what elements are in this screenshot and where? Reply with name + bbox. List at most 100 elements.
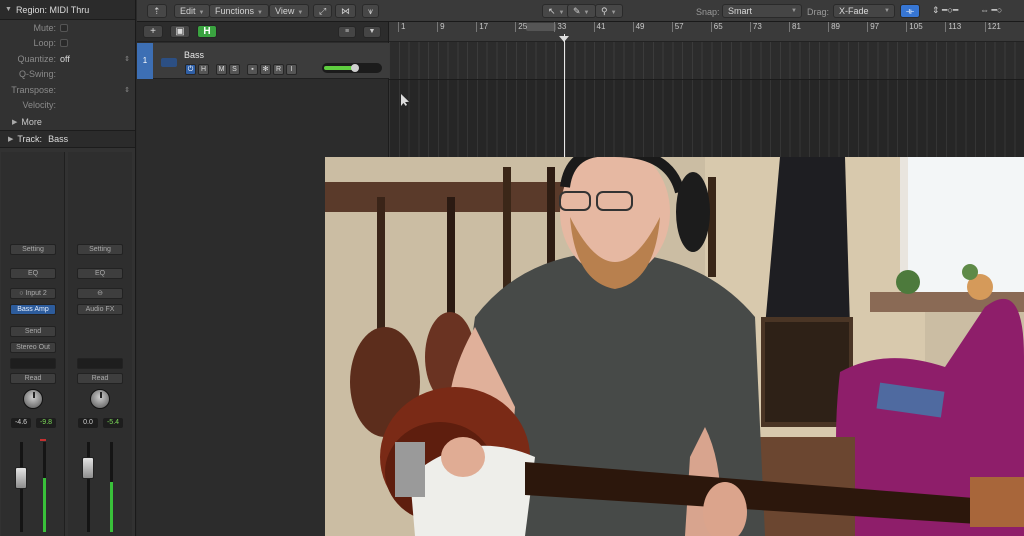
pencil-icon: ✎ xyxy=(573,6,581,16)
functions-menu[interactable]: Functions ▼ xyxy=(209,4,269,18)
track-volume-slider[interactable] xyxy=(322,63,382,73)
velocity-row[interactable]: Velocity: xyxy=(0,98,135,114)
quantize-label: Quantize: xyxy=(17,53,56,64)
track-options-button[interactable]: ≡ xyxy=(338,26,356,38)
input-monitor-button[interactable]: I xyxy=(286,64,297,75)
freeze-snowflake-button[interactable]: ✻ xyxy=(260,64,271,75)
inspector-panel: ▼ Region: MIDI Thru Mute: Loop: Quantize… xyxy=(0,0,136,536)
drag-select[interactable]: X-Fade ▼ xyxy=(833,4,895,18)
ruler-bar-89: 89 xyxy=(828,22,840,32)
fader-track xyxy=(87,442,90,532)
pointer-icon: ↖ xyxy=(548,6,556,16)
ruler-bar-105: 105 xyxy=(906,22,923,32)
volume-fader[interactable] xyxy=(82,457,94,479)
track-header-label: Track: xyxy=(17,134,43,144)
secondary-tool-menu[interactable]: ✎ ▼ xyxy=(567,4,596,18)
plugin-slot-audio-fx[interactable]: Audio FX xyxy=(77,304,123,315)
chevron-down-icon: ▼ xyxy=(884,8,890,14)
track-menu-button[interactable]: ▼ xyxy=(363,26,381,38)
record-button[interactable]: R xyxy=(273,64,284,75)
catch-button[interactable]: ⤢ xyxy=(313,4,333,18)
webcam-video xyxy=(325,157,1024,536)
hide-tracks-button[interactable]: H xyxy=(197,25,217,38)
updown-arrows-icon[interactable]: ⇕ xyxy=(124,55,130,63)
new-folder-button[interactable]: ▣ xyxy=(170,25,190,38)
pan-knob[interactable] xyxy=(23,389,43,409)
quantize-row[interactable]: Quantize: off ⇕ xyxy=(0,51,135,67)
automation-mode[interactable]: Read xyxy=(77,373,123,384)
hide-button[interactable]: H xyxy=(198,64,209,75)
ruler-bar-65: 65 xyxy=(710,22,723,32)
vertical-zoom-slider[interactable]: ⇕ ━○━ xyxy=(927,4,964,18)
ruler-bar-9: 9 xyxy=(437,22,445,32)
disclosure-triangle-icon: ▶ xyxy=(12,118,18,126)
view-menu[interactable]: View ▼ xyxy=(269,4,310,18)
up-arrow-button[interactable]: ⇡ xyxy=(147,4,167,18)
loop-checkbox[interactable] xyxy=(60,39,68,48)
cycle-region[interactable] xyxy=(526,23,556,31)
freeze-button[interactable]: ▪ xyxy=(247,64,258,75)
vertical-zoom-icon: ⇕ ━○━ xyxy=(932,5,959,15)
track-row-bass[interactable]: 1 Bass ⏻ H M S ▪ ✻ R I xyxy=(137,43,389,79)
input-slot[interactable]: ○ Input 2 xyxy=(10,288,56,299)
track-header-name: Bass xyxy=(48,134,69,144)
group-slot[interactable] xyxy=(10,358,56,369)
region-inspector-header[interactable]: ▼ Region: MIDI Thru xyxy=(0,0,135,20)
bar-ruler[interactable]: 1 9 17 25 33 41 49 57 65 73 81 89 97 105 113 121 xyxy=(389,22,1024,42)
updown-arrows-icon[interactable]: ⇕ xyxy=(124,86,130,94)
mute-label: Mute: xyxy=(33,22,56,33)
output-slot[interactable]: Stereo Out xyxy=(10,342,56,353)
qswing-row[interactable]: Q-Swing: xyxy=(0,67,135,83)
volume-knob[interactable] xyxy=(351,64,359,72)
horizontal-zoom-slider[interactable]: ⇔ ━○ xyxy=(975,4,1008,18)
more-label: More xyxy=(21,116,42,127)
zoom-fit-button[interactable]: ⋈ xyxy=(335,4,356,18)
eq-button[interactable]: EQ xyxy=(10,268,56,279)
pan-value[interactable]: -4.6 xyxy=(11,418,31,428)
link-button[interactable]: ⊖ xyxy=(77,288,123,299)
level-value: -9.8 xyxy=(36,418,56,428)
edit-menu[interactable]: Edit ▼ xyxy=(174,4,211,18)
solo-button[interactable]: S xyxy=(229,64,240,75)
power-button[interactable]: ⏻ xyxy=(185,64,196,75)
ruler-bar-17: 17 xyxy=(476,22,488,32)
track-inspector-header[interactable]: ▶ Track: Bass xyxy=(0,130,135,148)
mute-button[interactable]: M xyxy=(216,64,227,75)
zoom-tool-menu[interactable]: ⚲ ▼ xyxy=(595,4,623,18)
add-track-button[interactable]: + xyxy=(143,25,163,38)
mute-checkbox[interactable] xyxy=(60,23,68,32)
zoom-fit-icon: ⋈ xyxy=(341,6,350,16)
pan-value[interactable]: 0.0 xyxy=(78,418,98,428)
setting-button[interactable]: Setting xyxy=(77,244,123,255)
chevron-down-icon: ▼ xyxy=(791,8,797,14)
qswing-label: Q-Swing: xyxy=(18,69,56,80)
snap-select[interactable]: Smart ▼ xyxy=(722,4,802,18)
waveform-zoom-button[interactable]: ⟛ xyxy=(900,4,921,18)
chevron-down-icon: ▼ xyxy=(198,10,205,16)
arrange-area[interactable] xyxy=(389,42,1024,157)
snap-label: Snap: xyxy=(696,7,720,17)
plugin-slot-bass-amp[interactable]: Bass Amp xyxy=(10,304,56,315)
channel-strip-1: Setting EQ ○ Input 2 Bass Amp Send Stere… xyxy=(1,152,65,536)
transpose-row[interactable]: Transpose: ⇕ xyxy=(0,82,135,98)
setting-button[interactable]: Setting xyxy=(10,244,56,255)
ruler-bar-1: 1 xyxy=(398,22,405,32)
link-icon: ⊖ xyxy=(97,290,103,297)
send-slot[interactable]: Send xyxy=(10,326,56,337)
track-lane-bass[interactable] xyxy=(389,42,1024,80)
volume-fader[interactable] xyxy=(15,467,27,489)
disclosure-triangle-icon[interactable]: ▼ xyxy=(5,6,12,13)
automation-mode[interactable]: Read xyxy=(10,373,56,384)
group-slot[interactable] xyxy=(77,358,123,369)
level-meter xyxy=(43,442,46,532)
playhead[interactable] xyxy=(564,34,565,158)
toolbar: ⇡ Edit ▼ Functions ▼ View ▼ ⤢ ⋈ ⩛ ↖ ▼ ✎ ▼ ⚲ ▼ … xyxy=(137,0,1024,22)
track-name[interactable]: Bass xyxy=(184,50,204,60)
more-disclosure[interactable]: ▶ More xyxy=(0,113,135,130)
ruler-bar-81: 81 xyxy=(789,22,801,32)
flex-button[interactable]: ⩛ xyxy=(362,4,380,18)
quantize-value[interactable]: off xyxy=(60,54,70,64)
pan-knob[interactable] xyxy=(90,389,110,409)
eq-button[interactable]: EQ xyxy=(77,268,123,279)
track-icon xyxy=(161,58,177,67)
